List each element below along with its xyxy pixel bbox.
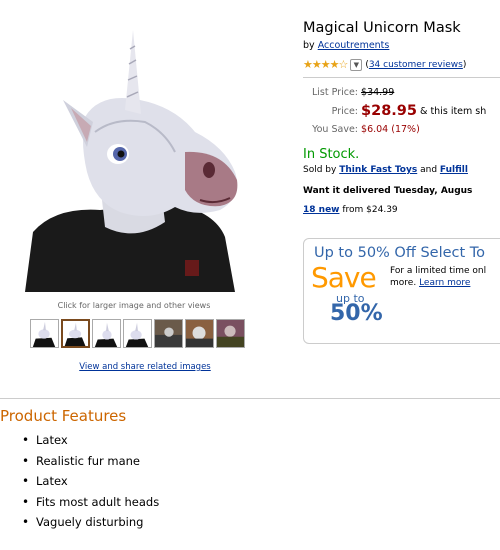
- savings-amount: $6.04 (17%): [361, 124, 420, 135]
- thumbnail[interactable]: [92, 319, 121, 348]
- image-caption: Click for larger image and other views: [57, 301, 211, 310]
- feature-item: • Vaguely disturbing: [22, 512, 159, 533]
- list-price-row: List Price: $34.99: [303, 87, 500, 98]
- list-price-label: List Price:: [311, 87, 358, 98]
- list-price: $34.99: [361, 87, 395, 98]
- reviews-paren: (34 customer reviews): [365, 59, 467, 70]
- feature-text: Vaguely disturbing: [36, 515, 144, 530]
- feature-text: Latex: [36, 474, 68, 489]
- related-images-link[interactable]: View and share related images: [0, 362, 290, 372]
- thumbnail[interactable]: [154, 319, 183, 348]
- delivery-message: Want it delivered Tuesday, Augus: [303, 186, 473, 196]
- feature-item: • Fits most adult heads: [22, 492, 159, 513]
- sold-by-label: Sold by: [303, 165, 337, 175]
- price-label: Price:: [331, 106, 358, 117]
- price-row: Price: $28.95 & this item sh: [303, 103, 500, 119]
- feature-item: • Latex: [22, 471, 159, 492]
- by-label: by: [303, 40, 315, 51]
- star-rating-icon[interactable]: ★★★★☆: [303, 58, 348, 71]
- savings-row: You Save: $6.04 (17%): [303, 124, 500, 135]
- and-label: and: [420, 165, 438, 175]
- bullet-icon: •: [22, 453, 30, 468]
- promo-save: Save: [311, 261, 377, 294]
- rating-row: ★★★★☆ ▼ (34 customer reviews): [303, 58, 466, 71]
- feature-item: • Latex: [22, 430, 159, 451]
- seller-link[interactable]: Think Fast Toys: [339, 165, 417, 175]
- section-divider: [0, 398, 500, 399]
- feature-text: Realistic fur mane: [36, 453, 140, 468]
- bullet-icon: •: [22, 515, 30, 530]
- sold-by: Sold by Think Fast Toys and Fulfill: [303, 165, 468, 175]
- bullet-icon: •: [22, 474, 30, 489]
- reviews-link[interactable]: 34 customer reviews: [369, 60, 463, 70]
- new-offers: 18 new from $24.39: [303, 205, 398, 215]
- byline: by Accoutrements: [303, 40, 389, 51]
- current-price: $28.95: [361, 103, 417, 119]
- divider: [303, 77, 500, 78]
- new-from-price: from $24.39: [342, 205, 398, 215]
- brand-link[interactable]: Accoutrements: [318, 40, 390, 51]
- feature-text: Fits most adult heads: [36, 494, 160, 509]
- thumbnail-selected[interactable]: [61, 319, 90, 348]
- product-image[interactable]: [25, 22, 240, 292]
- feature-text: Latex: [36, 433, 68, 448]
- chevron-down-icon[interactable]: ▼: [350, 58, 363, 71]
- bullet-icon: •: [22, 433, 30, 448]
- promo-text-body: For a limited time onl: [390, 266, 487, 276]
- promo-percent: 50%: [330, 301, 383, 326]
- price-note: & this item sh: [420, 106, 487, 117]
- stock-status: In Stock.: [303, 147, 360, 162]
- learn-more-link[interactable]: Learn more: [419, 278, 470, 288]
- thumbnail[interactable]: [216, 319, 245, 348]
- thumbnail[interactable]: [185, 319, 214, 348]
- new-offers-link[interactable]: 18 new: [303, 205, 339, 215]
- feature-item: • Realistic fur mane: [22, 451, 159, 472]
- features-heading: Product Features: [0, 407, 127, 425]
- bullet-icon: •: [22, 494, 30, 509]
- promo-text: For a limited time onl more. Learn more: [390, 265, 500, 289]
- thumbnail-strip: [30, 319, 245, 348]
- fulfilled-link[interactable]: Fulfill: [440, 165, 468, 175]
- product-title: Magical Unicorn Mask: [303, 20, 461, 36]
- promo-title[interactable]: Up to 50% Off Select To: [314, 245, 485, 261]
- thumbnail[interactable]: [123, 319, 152, 348]
- promo-box[interactable]: Up to 50% Off Select To Save up to 50% F…: [303, 238, 500, 344]
- thumbnail[interactable]: [30, 319, 59, 348]
- savings-label: You Save:: [312, 124, 358, 135]
- promo-more: more.: [390, 278, 417, 288]
- features-list: • Latex • Realistic fur mane • Latex • Fits …: [22, 430, 159, 533]
